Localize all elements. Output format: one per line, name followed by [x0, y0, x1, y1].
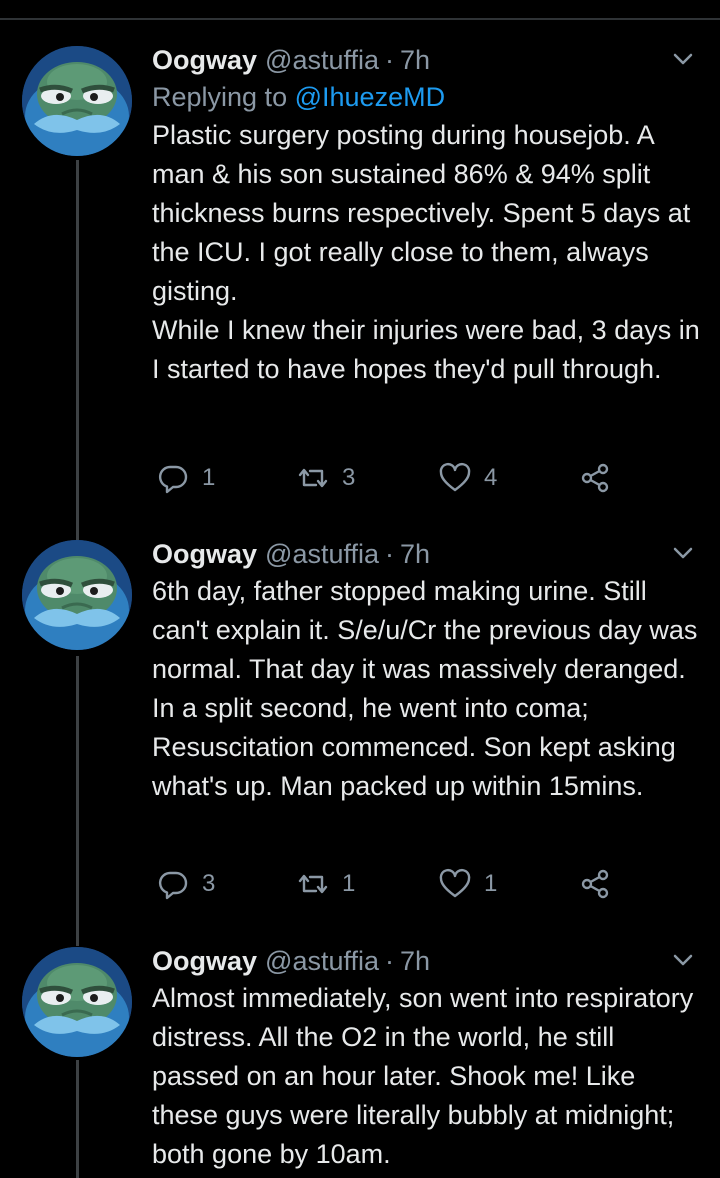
avatar[interactable] [22, 46, 132, 156]
chevron-down-icon[interactable] [668, 538, 698, 568]
separator-dot: · [385, 945, 395, 976]
tweet-text: Almost immediately, son went into respir… [152, 983, 694, 1169]
reply-icon [158, 871, 188, 900]
tweet-header: Oogway @astuffia · 7h [152, 42, 700, 78]
display-name[interactable]: Oogway [152, 45, 257, 76]
share-icon [581, 463, 609, 493]
thread-line [76, 160, 79, 544]
tweet-text: 6th day, father stopped making urine. St… [152, 576, 698, 801]
reply-count: 3 [202, 870, 216, 897]
chevron-down-icon[interactable] [668, 44, 698, 74]
like-icon [439, 462, 471, 492]
turtle-avatar-image [22, 540, 132, 650]
timestamp[interactable]: 7h [400, 946, 430, 977]
mention-link[interactable]: @IhuezeMD [295, 82, 445, 112]
avatar[interactable] [22, 540, 132, 650]
retweet-count: 1 [342, 870, 356, 897]
retweet-icon [298, 874, 328, 894]
like-icon [439, 868, 471, 898]
tweet-text: Plastic surgery posting during housejob.… [152, 120, 700, 384]
like-count: 4 [484, 464, 498, 491]
tweet-header: Oogway @astuffia · 7h [152, 943, 700, 979]
user-handle[interactable]: @astuffia [265, 45, 379, 76]
replying-to-label: Replying to [152, 82, 288, 112]
reply-icon [158, 465, 188, 494]
tweet-actions: 1 3 4 [152, 458, 672, 498]
turtle-avatar-image [22, 46, 132, 156]
timestamp[interactable]: 7h [400, 45, 430, 76]
retweet-button[interactable]: 1 [296, 864, 355, 904]
share-button[interactable] [578, 458, 624, 498]
display-name[interactable]: Oogway [152, 539, 257, 570]
retweet-icon [298, 468, 328, 488]
reply-button[interactable]: 3 [156, 864, 215, 904]
thread-line [76, 656, 79, 946]
like-button[interactable]: 1 [438, 864, 497, 904]
tweet-actions: 3 1 1 [152, 864, 672, 904]
turtle-avatar-image [22, 947, 132, 1057]
retweet-count: 3 [342, 464, 356, 491]
user-handle[interactable]: @astuffia [265, 946, 379, 977]
retweet-button[interactable]: 3 [296, 458, 355, 498]
like-button[interactable]: 4 [438, 458, 497, 498]
separator-dot: · [385, 44, 395, 75]
thread-line [76, 1060, 79, 1178]
reply-button[interactable]: 1 [156, 458, 215, 498]
avatar[interactable] [22, 947, 132, 1057]
display-name[interactable]: Oogway [152, 946, 257, 977]
like-count: 1 [484, 870, 498, 897]
user-handle[interactable]: @astuffia [265, 539, 379, 570]
chevron-down-icon[interactable] [668, 945, 698, 975]
reply-count: 1 [202, 464, 216, 491]
separator-dot: · [385, 538, 395, 569]
replying-to: Replying to @IhuezeMD [152, 78, 700, 116]
tweet-header: Oogway @astuffia · 7h [152, 536, 700, 572]
top-divider [0, 18, 720, 20]
share-button[interactable] [578, 864, 624, 904]
timestamp[interactable]: 7h [400, 539, 430, 570]
share-icon [581, 869, 609, 899]
